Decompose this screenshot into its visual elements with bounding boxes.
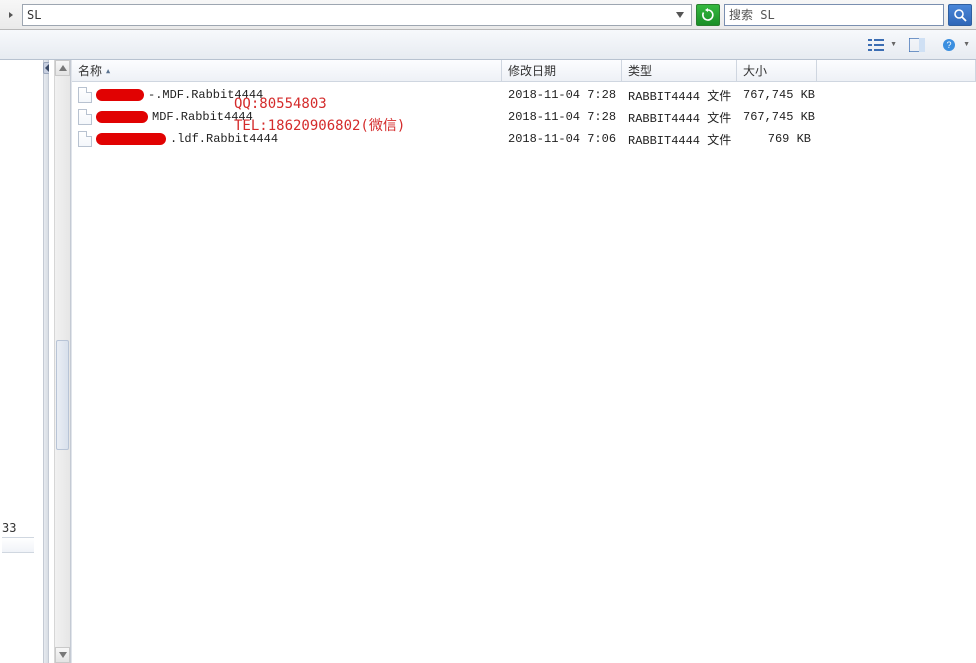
scroll-up-button[interactable] — [55, 60, 70, 76]
file-name-cell: .ldf.Rabbit4444 — [72, 131, 502, 147]
file-row[interactable]: -.MDF.Rabbit4444 2018-11-04 7:28RABBIT444… — [72, 84, 976, 106]
column-header-date[interactable]: 修改日期 — [502, 60, 622, 81]
file-size-cell: 769 KB — [737, 132, 817, 146]
file-size-cell: 767,745 KB — [737, 110, 817, 124]
sort-ascending-icon: ▲ — [106, 67, 110, 75]
scroll-thumb[interactable] — [56, 340, 69, 450]
search-button[interactable] — [948, 4, 972, 26]
view-mode-button[interactable]: ▼ — [864, 34, 897, 56]
column-header-size[interactable]: 大小 — [737, 60, 817, 81]
folder-tree-pane — [49, 60, 71, 663]
svg-text:?: ? — [947, 40, 952, 50]
nav-item-count: 33 — [2, 521, 16, 535]
view-mode-icon — [864, 34, 888, 56]
file-icon — [78, 87, 92, 103]
column-header-spare[interactable] — [817, 60, 976, 81]
file-name-visible: .ldf.Rabbit4444 — [170, 132, 278, 146]
column-header-size-label: 大小 — [743, 62, 767, 79]
search-placeholder: 搜索 SL — [729, 6, 775, 23]
main-area: 33 名称 ▲ 修改日期 类型 — [0, 60, 976, 663]
file-type-cell: RABBIT4444 文件 — [622, 87, 737, 104]
file-date-cell: 2018-11-04 7:28 — [502, 88, 622, 102]
redacted-segment — [96, 111, 148, 123]
file-type-cell: RABBIT4444 文件 — [622, 131, 737, 148]
file-icon — [78, 131, 92, 147]
refresh-button[interactable] — [696, 4, 720, 26]
address-history-dropdown[interactable] — [673, 8, 687, 22]
nav-section-divider — [2, 537, 34, 553]
help-button[interactable]: ? ▼ — [937, 34, 970, 56]
file-row[interactable]: .ldf.Rabbit4444 2018-11-04 7:06RABBIT4444… — [72, 128, 976, 150]
column-headers: 名称 ▲ 修改日期 类型 大小 — [72, 60, 976, 82]
help-icon: ? — [937, 34, 961, 56]
column-header-type[interactable]: 类型 — [622, 60, 737, 81]
address-box[interactable]: SL — [22, 4, 692, 26]
column-header-type-label: 类型 — [628, 62, 652, 79]
file-rows-container: -.MDF.Rabbit44442018-11-04 7:28RABBIT444… — [72, 82, 976, 150]
column-header-name-label: 名称 — [78, 62, 102, 79]
file-size-cell: 767,745 KB — [737, 88, 817, 102]
column-header-name[interactable]: 名称 ▲ — [72, 60, 502, 81]
column-header-date-label: 修改日期 — [508, 62, 556, 79]
file-date-cell: 2018-11-04 7:28 — [502, 110, 622, 124]
navigation-pane-collapsed: 33 — [0, 60, 43, 663]
address-path-label: SL — [27, 8, 41, 22]
redacted-segment — [96, 89, 144, 101]
scroll-down-button[interactable] — [55, 647, 70, 663]
redacted-segment — [96, 133, 166, 145]
file-name-cell: MDF.Rabbit4444 — [72, 109, 502, 125]
search-input[interactable]: 搜索 SL — [724, 4, 944, 26]
file-name-visible: MDF.Rabbit4444 — [152, 110, 253, 124]
file-name-visible: -.MDF.Rabbit4444 — [148, 88, 263, 102]
path-segment-dropdown[interactable] — [4, 4, 18, 26]
chevron-down-icon: ▼ — [963, 41, 970, 48]
tree-scrollbar[interactable] — [54, 60, 70, 663]
chevron-down-icon: ▼ — [890, 41, 897, 48]
file-type-cell: RABBIT4444 文件 — [622, 109, 737, 126]
command-toolbar: ▼ ? ▼ — [0, 30, 976, 60]
file-icon — [78, 109, 92, 125]
file-row[interactable]: MDF.Rabbit4444 2018-11-04 7:28RABBIT4444 … — [72, 106, 976, 128]
file-list-pane: 名称 ▲ 修改日期 类型 大小 -.MDF.Rabbit4444 2018-11-… — [71, 60, 976, 663]
file-date-cell: 2018-11-04 7:06 — [502, 132, 622, 146]
address-toolbar: SL 搜索 SL — [0, 0, 976, 30]
file-name-cell: -.MDF.Rabbit4444 — [72, 87, 502, 103]
preview-pane-button[interactable] — [905, 34, 929, 56]
